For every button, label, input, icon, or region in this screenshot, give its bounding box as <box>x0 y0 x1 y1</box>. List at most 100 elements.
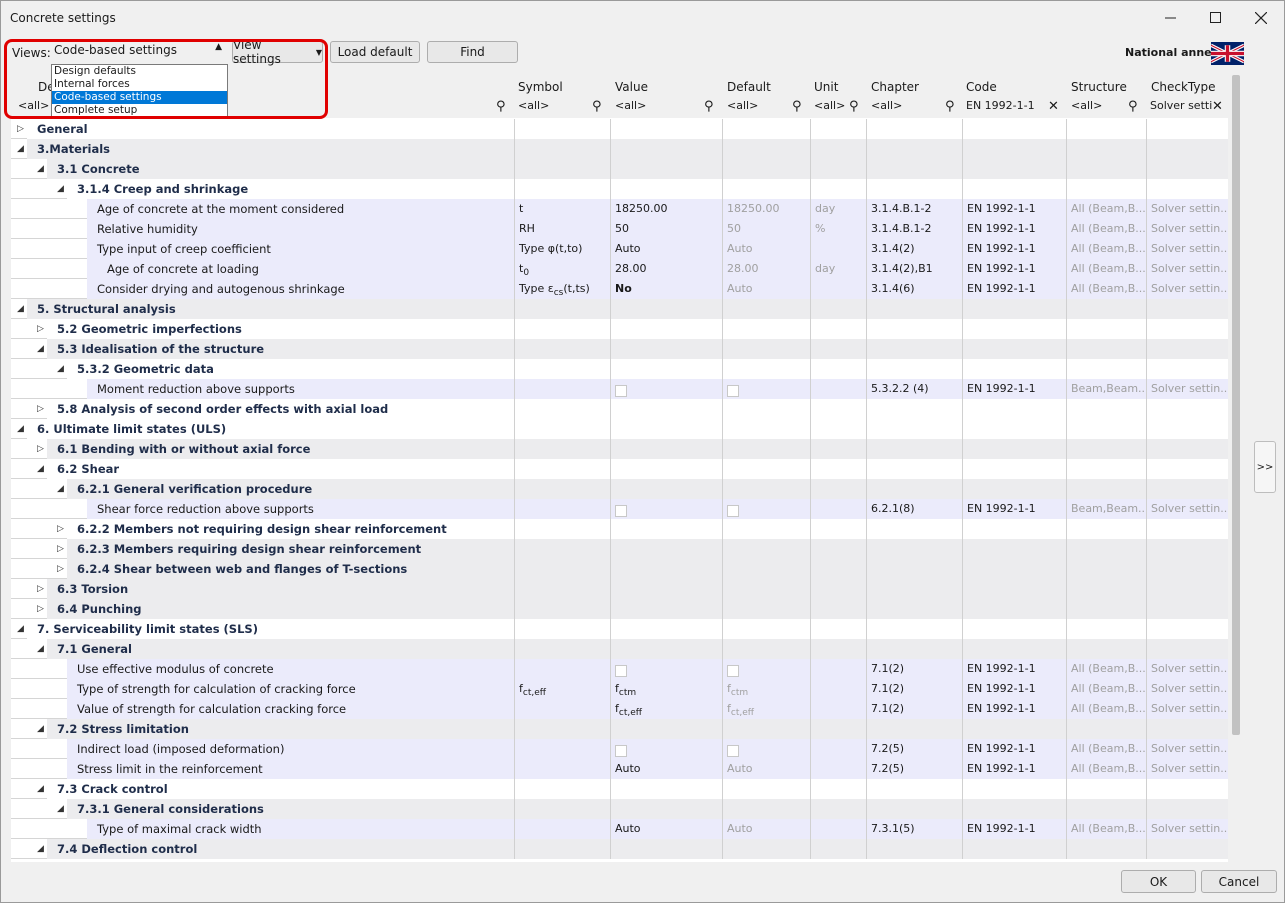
cell-value[interactable]: 18250.00 <box>610 199 722 219</box>
ok-button[interactable]: OK <box>1121 870 1196 893</box>
setting-row[interactable]: Use effective modulus of concrete 7.1(2) E… <box>11 659 1228 679</box>
cell-value[interactable] <box>610 379 722 399</box>
minimize-button[interactable] <box>1148 1 1193 34</box>
collapse-icon[interactable]: ◢ <box>37 339 44 359</box>
search-icon[interactable]: ⚲ <box>945 99 955 114</box>
cell-value[interactable]: Auto <box>610 759 722 779</box>
cell-value[interactable]: No <box>610 279 722 299</box>
col-default[interactable]: Default <box>727 80 771 94</box>
filter-checktype[interactable]: Solver setti <box>1150 99 1212 117</box>
group-row[interactable]: ◢ 7.1 General <box>11 639 1228 659</box>
cell-value[interactable]: fct,eff <box>610 699 722 719</box>
cell-value[interactable]: fctm <box>610 679 722 699</box>
group-row[interactable]: ◢ 7. Serviceability limit states (SLS) <box>11 619 1228 639</box>
find-button[interactable]: Find <box>427 41 518 63</box>
group-row[interactable]: ◢ 5. Structural analysis <box>11 299 1228 319</box>
value-checkbox[interactable] <box>615 664 627 677</box>
filter-structure[interactable]: <all> <box>1071 99 1102 117</box>
clear-icon[interactable]: ✕ <box>1048 99 1059 114</box>
search-icon[interactable]: ⚲ <box>792 99 802 114</box>
group-row[interactable]: ◢ 6. Ultimate limit states (ULS) <box>11 419 1228 439</box>
group-row[interactable]: ◢ 3.Materials <box>11 139 1228 159</box>
cell-value[interactable] <box>610 499 722 519</box>
expand-icon[interactable]: ▷ <box>37 439 44 459</box>
setting-row[interactable]: Value of strength for calculation cracki… <box>11 699 1228 719</box>
group-row[interactable]: ▷ 6.2.2 Members not requiring design shea… <box>11 519 1228 539</box>
expand-icon[interactable]: ▷ <box>57 559 64 579</box>
search-icon[interactable]: ⚲ <box>496 99 506 114</box>
col-symbol[interactable]: Symbol <box>518 80 563 94</box>
collapse-icon[interactable]: ◢ <box>57 799 64 819</box>
collapse-icon[interactable]: ◢ <box>57 479 64 499</box>
vertical-scrollbar[interactable] <box>1230 75 1242 862</box>
setting-row[interactable]: Age of concrete at loading t0 28.00 28.00 da… <box>11 259 1228 279</box>
group-row[interactable]: ◢ 3.1 Concrete <box>11 159 1228 179</box>
group-row[interactable]: ◢ 5.3 Idealisation of the structure <box>11 339 1228 359</box>
expand-icon[interactable]: ▷ <box>17 119 24 139</box>
group-row[interactable]: ◢ 6.2.1 General verification procedure <box>11 479 1228 499</box>
expand-icon[interactable]: ▷ <box>37 599 44 619</box>
filter-chapter[interactable]: <all> <box>871 99 902 117</box>
setting-row[interactable]: Type of strength for calculation of crac… <box>11 679 1228 699</box>
filter-value[interactable]: <all> <box>615 99 646 117</box>
collapse-icon[interactable]: ◢ <box>17 299 24 319</box>
group-row[interactable]: ▷ General <box>11 119 1228 139</box>
collapse-icon[interactable]: ◢ <box>17 419 24 439</box>
cell-value[interactable]: Auto <box>610 239 722 259</box>
collapse-icon[interactable]: ◢ <box>37 719 44 739</box>
collapse-icon[interactable]: ◢ <box>57 359 64 379</box>
setting-row[interactable]: Shear force reduction above supports 6.2.… <box>11 499 1228 519</box>
collapse-icon[interactable]: ◢ <box>37 779 44 799</box>
setting-row[interactable]: Stress limit in the reinforcement Auto Aut… <box>11 759 1228 779</box>
col-checktype[interactable]: CheckType <box>1151 80 1215 94</box>
search-icon[interactable]: ⚲ <box>1128 99 1138 114</box>
group-row[interactable]: ▷ 6.3 Torsion <box>11 579 1228 599</box>
expand-icon[interactable]: ▷ <box>37 399 44 419</box>
collapse-icon[interactable]: ◢ <box>17 619 24 639</box>
group-row[interactable]: ▷ 5.2 Geometric imperfections <box>11 319 1228 339</box>
filter-symbol[interactable]: <all> <box>518 99 549 117</box>
cancel-button[interactable]: Cancel <box>1201 870 1277 893</box>
cell-value[interactable] <box>610 739 722 759</box>
setting-row[interactable]: Type of maximal crack width Auto Auto 7.3.1… <box>11 819 1228 839</box>
filter-default[interactable]: <all> <box>727 99 758 117</box>
group-row[interactable]: ◢ 7.3 Crack control <box>11 779 1228 799</box>
filter-unit[interactable]: <all> <box>814 99 845 117</box>
search-icon[interactable]: ⚲ <box>849 99 859 114</box>
expand-side-panel-button[interactable]: >> <box>1254 441 1276 493</box>
filter-code[interactable]: EN 1992-1-1 <box>966 99 1035 117</box>
col-unit[interactable]: Unit <box>814 80 838 94</box>
group-row[interactable]: ▷ 6.1 Bending with or without axial force <box>11 439 1228 459</box>
setting-row[interactable]: Age of concrete at the moment considered… <box>11 199 1228 219</box>
collapse-icon[interactable]: ◢ <box>37 459 44 479</box>
collapse-icon[interactable]: ◢ <box>17 139 24 159</box>
group-row[interactable]: ◢ 7.4 Deflection control <box>11 839 1228 859</box>
group-row[interactable]: ◢ 3.1.4 Creep and shrinkage <box>11 179 1228 199</box>
clear-icon[interactable]: ✕ <box>1212 99 1223 114</box>
setting-row[interactable]: Relative humidity RH 50 50% 3.1.4.B.1-2 EN 19… <box>11 219 1228 239</box>
group-row[interactable]: ◢ 7.2 Stress limitation <box>11 719 1228 739</box>
setting-row[interactable]: Consider drying and autogenous shrinkage… <box>11 279 1228 299</box>
scrollbar-thumb[interactable] <box>1232 75 1240 735</box>
group-row[interactable]: ▷ 6.4 Punching <box>11 599 1228 619</box>
group-row[interactable]: ◢ 5.3.2 Geometric data <box>11 359 1228 379</box>
expand-icon[interactable]: ▷ <box>57 519 64 539</box>
expand-icon[interactable]: ▷ <box>57 539 64 559</box>
collapse-icon[interactable]: ◢ <box>37 159 44 179</box>
expand-icon[interactable]: ▷ <box>37 319 44 339</box>
setting-row[interactable]: Type input of creep coefficient Type φ(t,… <box>11 239 1228 259</box>
col-code[interactable]: Code <box>966 80 997 94</box>
close-button[interactable] <box>1238 1 1283 34</box>
group-row[interactable]: ▷ 6.2.4 Shear between web and flanges of … <box>11 559 1228 579</box>
group-row[interactable]: ◢ 7.3.1 General considerations <box>11 799 1228 819</box>
maximize-button[interactable] <box>1193 1 1238 34</box>
cell-value[interactable]: Auto <box>610 819 722 839</box>
cell-value[interactable]: 50 <box>610 219 722 239</box>
group-row[interactable]: ▷ 5.8 Analysis of second order effects wi… <box>11 399 1228 419</box>
load-default-button[interactable]: Load default <box>330 41 420 63</box>
group-row[interactable]: ▷ 6.2.3 Members requiring design shear re… <box>11 539 1228 559</box>
col-chapter[interactable]: Chapter <box>871 80 919 94</box>
setting-row[interactable]: Indirect load (imposed deformation) 7.2(5… <box>11 739 1228 759</box>
setting-row[interactable]: Moment reduction above supports 5.3.2.2 (… <box>11 379 1228 399</box>
value-checkbox[interactable] <box>615 504 627 517</box>
